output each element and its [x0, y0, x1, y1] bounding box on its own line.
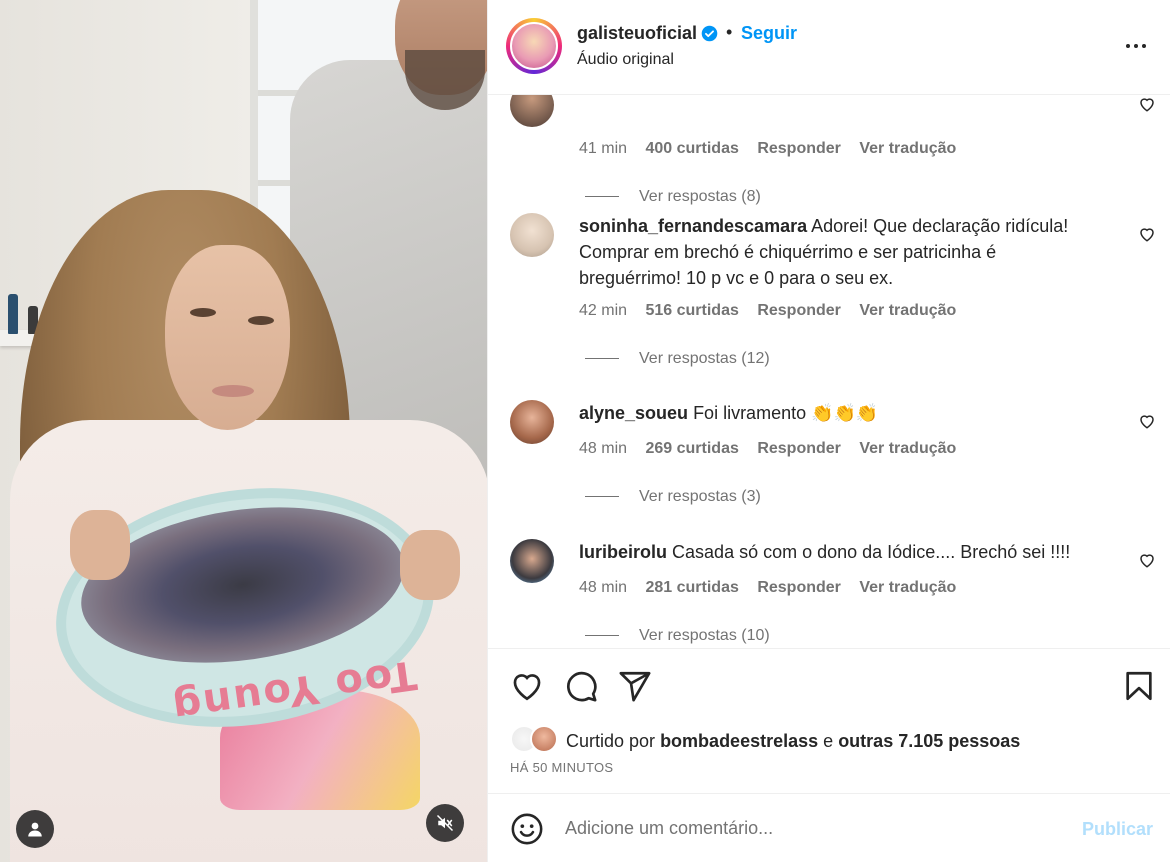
comment-text: Casada só com o dono da Iódice.... Brech…	[672, 542, 1071, 562]
reply-button[interactable]: Responder	[757, 140, 841, 157]
liker-avatar	[530, 725, 558, 753]
comment-username[interactable]: soninha_fernandescamara	[579, 216, 807, 236]
liked-by-prefix: Curtido por	[566, 731, 656, 751]
comment-meta: 48 min 281 curtidas Responder Ver traduç…	[579, 579, 970, 597]
view-replies[interactable]: Ver respostas (3)	[585, 488, 761, 506]
comment-likes[interactable]: 400 curtidas	[645, 140, 738, 157]
comment-input[interactable]	[565, 818, 1065, 839]
comment-time[interactable]: 42 min	[579, 302, 627, 319]
share-send-icon[interactable]	[618, 669, 652, 703]
view-replies[interactable]: Ver respostas (12)	[585, 350, 770, 368]
comment-meta: 48 min 269 curtidas Responder Ver traduç…	[579, 440, 970, 458]
commenter-avatar[interactable]	[510, 400, 554, 444]
more-options-icon[interactable]	[1124, 36, 1148, 56]
liked-by-user[interactable]: bombadeestrelass	[660, 731, 818, 751]
reply-button[interactable]: Responder	[757, 440, 841, 457]
liked-by-text: Curtido por bombadeestrelass e outras 7.…	[566, 731, 1020, 752]
comment-username[interactable]: alyne_soueu	[579, 403, 688, 423]
translate-button[interactable]: Ver tradução	[859, 579, 956, 596]
person-hand	[400, 530, 460, 600]
person-mouth	[212, 385, 254, 397]
comment-meta: 41 min 400 curtidas Responder Ver traduç…	[579, 140, 970, 158]
like-comment-icon[interactable]	[1138, 551, 1156, 569]
user-tag-icon	[28, 822, 42, 837]
mute-button[interactable]	[426, 804, 464, 842]
translate-button[interactable]: Ver tradução	[859, 302, 956, 319]
person-face	[165, 245, 290, 430]
view-replies[interactable]: Ver respostas (10)	[585, 627, 770, 645]
author-avatar[interactable]	[506, 18, 562, 74]
author-username[interactable]: galisteuoficial	[577, 23, 697, 44]
like-heart-icon[interactable]	[510, 669, 544, 703]
comment-text: Foi livramento 👏👏👏	[693, 403, 879, 423]
liked-by-others[interactable]: outras 7.105 pessoas	[838, 731, 1020, 751]
comment-meta: 42 min 516 curtidas Responder Ver traduç…	[579, 302, 970, 320]
comment-likes[interactable]: 281 curtidas	[645, 579, 738, 596]
verified-badge-icon	[701, 25, 718, 42]
comment-time[interactable]: 41 min	[579, 140, 627, 157]
comment-likes[interactable]: 516 curtidas	[645, 302, 738, 319]
publish-button[interactable]: Publicar	[1082, 819, 1153, 840]
view-replies-label[interactable]: Ver respostas (8)	[639, 188, 761, 205]
user-tag-button[interactable]	[16, 810, 54, 848]
view-replies[interactable]: Ver respostas (8)	[585, 188, 761, 206]
bookmark-save-icon[interactable]	[1122, 669, 1156, 703]
comment-time[interactable]: 48 min	[579, 579, 627, 596]
comments-list[interactable]: 41 min 400 curtidas Responder Ver traduç…	[488, 95, 1170, 648]
view-replies-label[interactable]: Ver respostas (10)	[639, 627, 770, 644]
translate-button[interactable]: Ver tradução	[859, 140, 956, 157]
like-comment-icon[interactable]	[1138, 95, 1156, 113]
emoji-icon[interactable]	[510, 812, 544, 846]
view-replies-label[interactable]: Ver respostas (12)	[639, 350, 770, 367]
commenter-avatar[interactable]	[510, 95, 554, 127]
post-media[interactable]: Too Young	[0, 0, 487, 862]
comment-body: soninha_fernandescamara Adorei! Que decl…	[579, 213, 1099, 291]
view-replies-label[interactable]: Ver respostas (3)	[639, 488, 761, 505]
original-audio-link[interactable]: Áudio original	[577, 51, 674, 69]
reply-button[interactable]: Responder	[757, 579, 841, 596]
follow-button[interactable]: Seguir	[741, 23, 797, 44]
person-eye	[190, 308, 216, 317]
reply-button[interactable]: Responder	[757, 302, 841, 319]
comment-bubble-icon[interactable]	[564, 669, 598, 703]
comment-time[interactable]: 48 min	[579, 440, 627, 457]
comment-body: luribeirolu Casada só com o dono da Iódi…	[579, 539, 1099, 565]
like-comment-icon[interactable]	[1138, 225, 1156, 243]
comment-likes[interactable]: 269 curtidas	[645, 440, 738, 457]
post-side-panel: galisteuoficial • Seguir Áudio original …	[487, 0, 1170, 862]
add-comment-bar: Publicar	[488, 793, 1170, 862]
header-separator: •	[726, 22, 733, 42]
commenter-avatar[interactable]	[510, 213, 554, 257]
commenter-avatar[interactable]	[510, 539, 554, 583]
like-comment-icon[interactable]	[1138, 412, 1156, 430]
translate-button[interactable]: Ver tradução	[859, 440, 956, 457]
muted-speaker-icon	[436, 814, 454, 832]
shelf-bottle	[8, 294, 18, 334]
person-eye	[248, 316, 274, 325]
comment-username[interactable]: luribeirolu	[579, 542, 667, 562]
person-hand	[70, 510, 130, 580]
post-header: galisteuoficial • Seguir Áudio original	[488, 0, 1170, 95]
liked-by-conj: e	[823, 731, 834, 751]
comment-body: alyne_soueu Foi livramento 👏👏👏	[579, 400, 1099, 426]
post-timestamp[interactable]: HÁ 50 MINUTOS	[510, 760, 613, 775]
